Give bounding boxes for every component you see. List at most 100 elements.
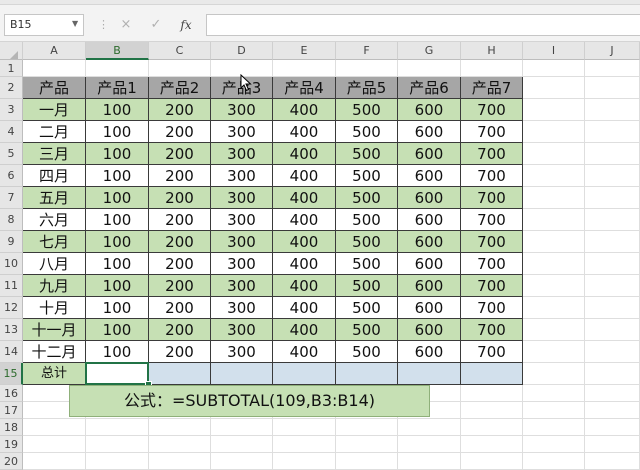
cell-j15[interactable]	[585, 363, 640, 385]
row-header-2[interactable]: 2	[0, 77, 23, 99]
row-header-4[interactable]: 4	[0, 121, 23, 143]
cell-g4[interactable]: 600	[398, 121, 461, 143]
cell-h17[interactable]	[461, 402, 523, 419]
cell-c10[interactable]: 200	[149, 253, 211, 275]
column-header-e[interactable]: E	[273, 42, 336, 60]
cell-i5[interactable]	[523, 143, 585, 165]
cell-a11[interactable]: 九月	[23, 275, 86, 297]
cell-h20[interactable]	[461, 453, 523, 470]
cell-f5[interactable]: 500	[336, 143, 398, 165]
cell-d14[interactable]: 300	[211, 341, 273, 363]
cell-g13[interactable]: 600	[398, 319, 461, 341]
cell-a12[interactable]: 十月	[23, 297, 86, 319]
cell-g19[interactable]	[398, 436, 461, 453]
cell-g14[interactable]: 600	[398, 341, 461, 363]
cell-d9[interactable]: 300	[211, 231, 273, 253]
cell-f14[interactable]: 500	[336, 341, 398, 363]
cell-a5[interactable]: 三月	[23, 143, 86, 165]
cell-c11[interactable]: 200	[149, 275, 211, 297]
cell-d19[interactable]	[211, 436, 273, 453]
cell-h6[interactable]: 700	[461, 165, 523, 187]
cell-d3[interactable]: 300	[211, 99, 273, 121]
column-header-i[interactable]: I	[523, 42, 585, 60]
cell-a1[interactable]	[23, 60, 86, 77]
cell-d12[interactable]: 300	[211, 297, 273, 319]
column-header-d[interactable]: D	[211, 42, 273, 60]
cell-e2[interactable]: 产品4	[273, 77, 336, 99]
cell-j8[interactable]	[585, 209, 640, 231]
cell-h1[interactable]	[461, 60, 523, 77]
cell-f8[interactable]: 500	[336, 209, 398, 231]
cell-d8[interactable]: 300	[211, 209, 273, 231]
cell-b11[interactable]: 100	[86, 275, 149, 297]
cell-f3[interactable]: 500	[336, 99, 398, 121]
cell-j12[interactable]	[585, 297, 640, 319]
cell-i11[interactable]	[523, 275, 585, 297]
cell-b10[interactable]: 100	[86, 253, 149, 275]
row-header-14[interactable]: 14	[0, 341, 23, 363]
column-header-c[interactable]: C	[149, 42, 211, 60]
row-header-19[interactable]: 19	[0, 436, 23, 453]
cell-h16[interactable]	[461, 385, 523, 402]
cell-a4[interactable]: 二月	[23, 121, 86, 143]
cell-i1[interactable]	[523, 60, 585, 77]
cell-a9[interactable]: 七月	[23, 231, 86, 253]
cell-f9[interactable]: 500	[336, 231, 398, 253]
cell-e7[interactable]: 400	[273, 187, 336, 209]
cell-g9[interactable]: 600	[398, 231, 461, 253]
cell-e8[interactable]: 400	[273, 209, 336, 231]
row-header-20[interactable]: 20	[0, 453, 23, 470]
cell-c3[interactable]: 200	[149, 99, 211, 121]
cell-e18[interactable]	[273, 419, 336, 436]
cell-g7[interactable]: 600	[398, 187, 461, 209]
cell-f7[interactable]: 500	[336, 187, 398, 209]
cell-f2[interactable]: 产品5	[336, 77, 398, 99]
cell-i6[interactable]	[523, 165, 585, 187]
cell-c15[interactable]	[149, 363, 211, 385]
cell-a2[interactable]: 产品	[23, 77, 86, 99]
cell-h19[interactable]	[461, 436, 523, 453]
cell-e11[interactable]: 400	[273, 275, 336, 297]
cancel-button[interactable]: ×	[114, 14, 138, 36]
cell-i19[interactable]	[523, 436, 585, 453]
cell-i15[interactable]	[523, 363, 585, 385]
cell-a3[interactable]: 一月	[23, 99, 86, 121]
cell-i4[interactable]	[523, 121, 585, 143]
cell-j7[interactable]	[585, 187, 640, 209]
cell-d11[interactable]: 300	[211, 275, 273, 297]
cell-a6[interactable]: 四月	[23, 165, 86, 187]
cell-h14[interactable]: 700	[461, 341, 523, 363]
cell-b20[interactable]	[86, 453, 149, 470]
cell-g11[interactable]: 600	[398, 275, 461, 297]
cell-e5[interactable]: 400	[273, 143, 336, 165]
row-header-3[interactable]: 3	[0, 99, 23, 121]
cell-g2[interactable]: 产品6	[398, 77, 461, 99]
cell-i17[interactable]	[523, 402, 585, 419]
cell-e20[interactable]	[273, 453, 336, 470]
row-header-8[interactable]: 8	[0, 209, 23, 231]
cell-e4[interactable]: 400	[273, 121, 336, 143]
cell-i20[interactable]	[523, 453, 585, 470]
cell-e14[interactable]: 400	[273, 341, 336, 363]
cell-j20[interactable]	[585, 453, 640, 470]
row-header-11[interactable]: 11	[0, 275, 23, 297]
cell-h18[interactable]	[461, 419, 523, 436]
cell-b3[interactable]: 100	[86, 99, 149, 121]
cell-j16[interactable]	[585, 385, 640, 402]
cell-b8[interactable]: 100	[86, 209, 149, 231]
chevron-down-icon[interactable]: ▼	[72, 14, 78, 34]
cell-j19[interactable]	[585, 436, 640, 453]
cell-a10[interactable]: 八月	[23, 253, 86, 275]
row-header-6[interactable]: 6	[0, 165, 23, 187]
cell-i12[interactable]	[523, 297, 585, 319]
cell-c6[interactable]: 200	[149, 165, 211, 187]
cell-g12[interactable]: 600	[398, 297, 461, 319]
cell-e10[interactable]: 400	[273, 253, 336, 275]
cell-g8[interactable]: 600	[398, 209, 461, 231]
cell-f20[interactable]	[336, 453, 398, 470]
row-header-13[interactable]: 13	[0, 319, 23, 341]
column-header-b[interactable]: B	[86, 42, 149, 60]
cell-d20[interactable]	[211, 453, 273, 470]
cell-j4[interactable]	[585, 121, 640, 143]
row-header-7[interactable]: 7	[0, 187, 23, 209]
